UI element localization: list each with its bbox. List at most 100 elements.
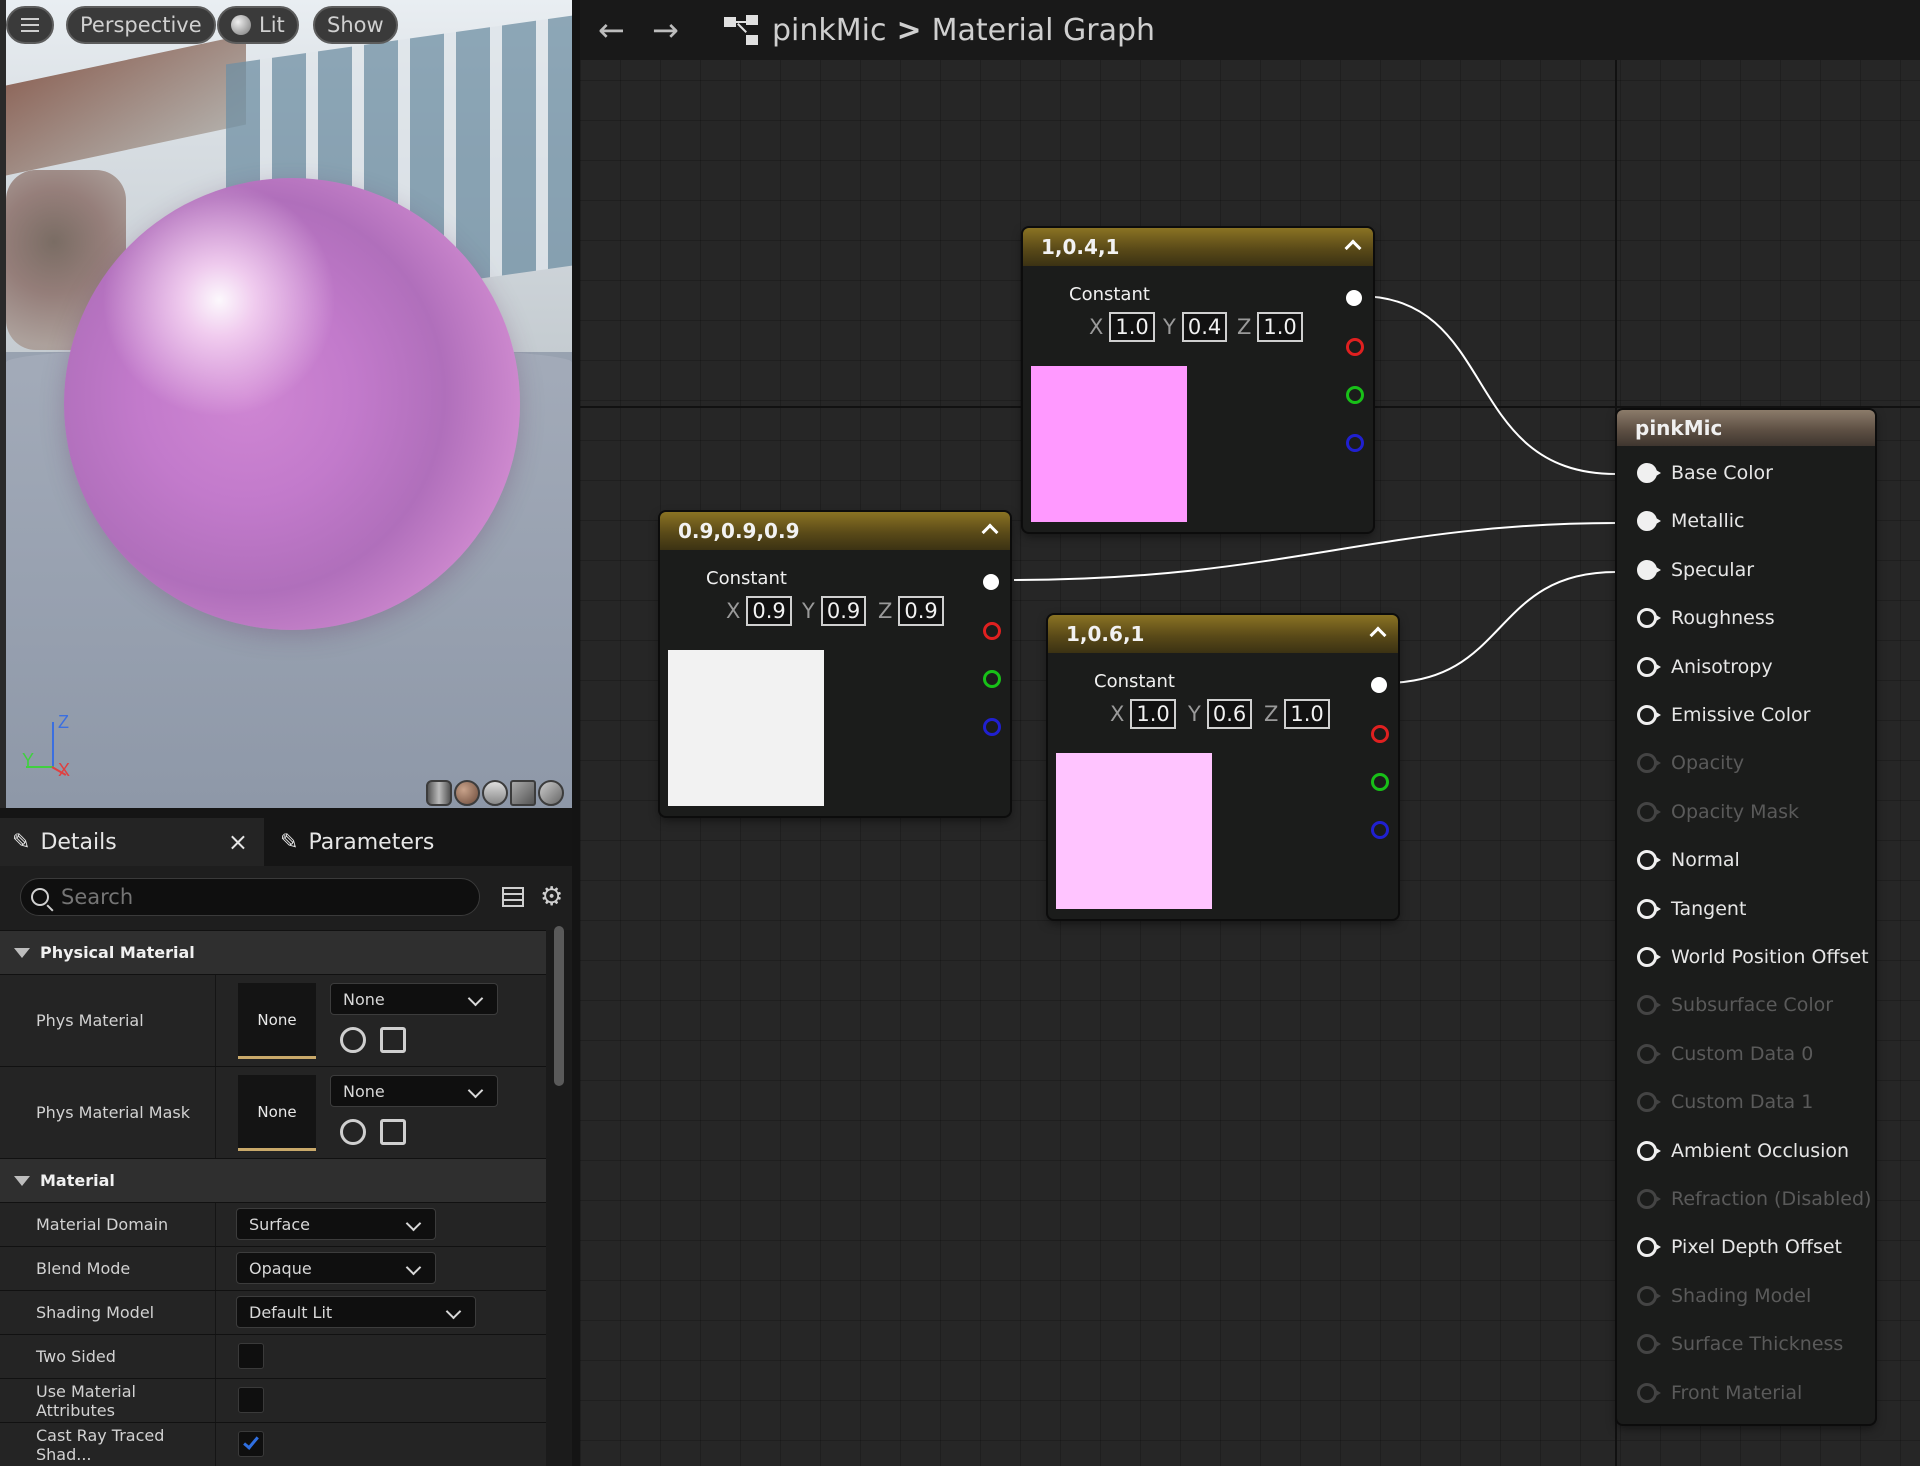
result-input-pin[interactable]: Base Color — [1637, 458, 1773, 488]
tab-close-icon[interactable]: × — [228, 828, 248, 856]
output-pin-rgb[interactable] — [1346, 290, 1362, 306]
output-pin-b[interactable] — [1346, 434, 1364, 452]
component-z[interactable]: Z 1.0 — [1237, 312, 1303, 342]
output-pin-rgb[interactable] — [1371, 677, 1387, 693]
tab-parameters[interactable]: ✎ Parameters — [268, 818, 446, 866]
material-graph-canvas[interactable]: ← → pinkMic > Material Graph 1,0.4,1 Con… — [580, 0, 1920, 1466]
result-node-header[interactable]: pinkMic — [1617, 410, 1875, 446]
output-pin-r[interactable] — [1371, 725, 1389, 743]
node-header[interactable]: 1,0.4,1 — [1023, 228, 1373, 266]
component-value[interactable]: 0.6 — [1206, 699, 1253, 729]
component-x[interactable]: X 0.9 — [726, 596, 792, 626]
asset-thumbnail[interactable]: None — [238, 983, 316, 1059]
custom-mesh-icon[interactable] — [538, 780, 564, 806]
perspective-button[interactable]: Perspective — [66, 6, 216, 44]
cast-ray-traced-checkbox[interactable] — [238, 1431, 264, 1457]
result-input-pin[interactable]: Pixel Depth Offset — [1637, 1232, 1842, 1262]
output-pin-g[interactable] — [1371, 773, 1389, 791]
collapse-arrow-icon[interactable] — [981, 523, 999, 541]
result-input-pin[interactable]: Metallic — [1637, 506, 1744, 536]
result-input-pin[interactable]: Tangent — [1637, 894, 1746, 924]
output-pin-r[interactable] — [983, 622, 1001, 640]
gear-icon[interactable]: ⚙ — [540, 882, 563, 912]
collapse-arrow-icon[interactable] — [1344, 239, 1362, 257]
preview-sphere — [64, 178, 520, 630]
lit-button[interactable]: Lit — [217, 6, 299, 44]
browse-asset-icon[interactable] — [380, 1027, 406, 1053]
use-material-attributes-checkbox[interactable] — [238, 1387, 264, 1413]
material-preview-viewport[interactable]: Perspective Lit Show Z Y X — [6, 0, 572, 808]
category-title: Physical Material — [40, 943, 195, 962]
component-z[interactable]: Z 0.9 — [878, 596, 944, 626]
two-sided-checkbox[interactable] — [238, 1343, 264, 1369]
material-domain-dropdown[interactable]: Surface — [236, 1208, 436, 1240]
component-value[interactable]: 1.0 — [1109, 312, 1155, 342]
node-header[interactable]: 1,0.6,1 — [1048, 615, 1398, 653]
component-y[interactable]: Y 0.9 — [802, 596, 867, 626]
result-input-pin[interactable]: Emissive Color — [1637, 700, 1810, 730]
result-input-pin[interactable]: Specular — [1637, 555, 1754, 585]
component-value[interactable]: 1.0 — [1130, 699, 1176, 729]
result-input-pin[interactable]: Anisotropy — [1637, 652, 1773, 682]
search-input[interactable] — [59, 884, 459, 910]
result-input-pin[interactable]: Normal — [1637, 845, 1740, 875]
forward-arrow-icon[interactable]: → — [652, 11, 712, 49]
asset-picker-dropdown[interactable]: None — [330, 1075, 498, 1107]
category-physical-material[interactable]: Physical Material — [0, 930, 546, 974]
node-label: Constant — [706, 568, 787, 589]
blend-mode-dropdown[interactable]: Opaque — [236, 1252, 436, 1284]
output-pin-b[interactable] — [983, 718, 1001, 736]
result-input-pin[interactable]: Roughness — [1637, 603, 1775, 633]
use-selected-asset-icon[interactable] — [340, 1027, 366, 1053]
component-value[interactable]: 0.4 — [1181, 312, 1228, 342]
shading-model-dropdown[interactable]: Default Lit — [236, 1296, 476, 1328]
result-input-pin: Custom Data 1 — [1637, 1087, 1813, 1117]
constant3-node-white[interactable]: 0.9,0.9,0.9 Constant X 0.9 Y 0.9 Z 0.9 — [660, 512, 1010, 816]
output-pin-g[interactable] — [1346, 386, 1364, 404]
table-view-icon[interactable] — [502, 887, 524, 907]
viewport-menu-button[interactable] — [6, 6, 54, 44]
use-selected-asset-icon[interactable] — [340, 1119, 366, 1145]
constant3-node-light-pink[interactable]: 1,0.6,1 Constant X 1.0 Y 0.6 Z 1.0 — [1048, 615, 1398, 919]
browse-asset-icon[interactable] — [380, 1119, 406, 1145]
material-result-node[interactable]: pinkMic Base Color Metallic Specular Roughn… — [1617, 410, 1875, 1424]
output-pin-r[interactable] — [1346, 338, 1364, 356]
result-input-pin[interactable]: Ambient Occlusion — [1637, 1136, 1849, 1166]
component-axis-label: Y — [1163, 315, 1176, 339]
input-pin-label: Specular — [1671, 558, 1755, 581]
component-value[interactable]: 1.0 — [1257, 312, 1303, 342]
component-value[interactable]: 1.0 — [1284, 699, 1330, 729]
input-pin-icon — [1637, 1140, 1661, 1161]
component-y[interactable]: Y 0.6 — [1188, 699, 1253, 729]
property-label: Phys Material — [0, 975, 216, 1066]
component-y[interactable]: Y 0.4 — [1163, 312, 1228, 342]
details-scrollbar[interactable] — [554, 926, 564, 1086]
category-material[interactable]: Material — [0, 1158, 546, 1202]
cylinder-icon[interactable] — [426, 780, 452, 806]
component-value[interactable]: 0.9 — [820, 596, 867, 626]
show-button[interactable]: Show — [313, 6, 398, 44]
plane-icon[interactable] — [482, 780, 508, 806]
back-arrow-icon[interactable]: ← — [598, 11, 642, 49]
sphere-icon[interactable] — [454, 780, 480, 806]
breadcrumb-asset[interactable]: pinkMic — [772, 13, 886, 48]
output-pin-g[interactable] — [983, 670, 1001, 688]
asset-thumbnail[interactable]: None — [238, 1075, 316, 1151]
component-x[interactable]: X 1.0 — [1089, 312, 1155, 342]
hamburger-icon — [21, 18, 39, 32]
component-z[interactable]: Z 1.0 — [1264, 699, 1330, 729]
component-x[interactable]: X 1.0 — [1110, 699, 1176, 729]
constant3-node-pink[interactable]: 1,0.4,1 Constant X 1.0 Y 0.4 Z 1.0 — [1023, 228, 1373, 532]
component-value[interactable]: 0.9 — [746, 596, 792, 626]
node-header[interactable]: 0.9,0.9,0.9 — [660, 512, 1010, 550]
panel-divider[interactable] — [572, 0, 580, 1466]
cube-icon[interactable] — [510, 780, 536, 806]
search-field[interactable] — [20, 878, 480, 916]
output-pin-b[interactable] — [1371, 821, 1389, 839]
asset-picker-dropdown[interactable]: None — [330, 983, 498, 1015]
collapse-arrow-icon[interactable] — [1369, 626, 1387, 644]
tab-details[interactable]: ✎ Details × — [0, 818, 264, 866]
output-pin-rgb[interactable] — [983, 574, 999, 590]
component-value[interactable]: 0.9 — [898, 596, 944, 626]
result-input-pin[interactable]: World Position Offset — [1637, 942, 1869, 972]
